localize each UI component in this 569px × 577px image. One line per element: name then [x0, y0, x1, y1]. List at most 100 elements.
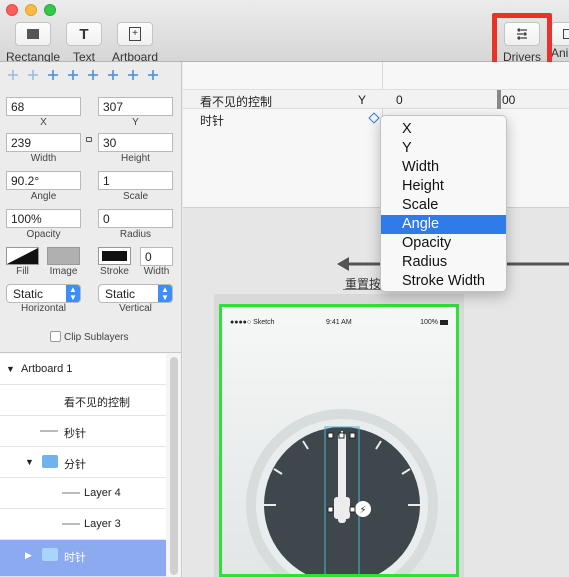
- layer-row[interactable]: 看不见的控制: [0, 385, 166, 416]
- text-icon: T: [79, 25, 89, 43]
- clip-sublayers-checkbox[interactable]: [50, 331, 61, 342]
- status-battery: 100%: [420, 319, 438, 326]
- artboard-tool-button[interactable]: + Artboard: [111, 22, 159, 64]
- menu-item-stroke-width[interactable]: Stroke Width: [381, 272, 506, 291]
- layer-row-artboard-1[interactable]: ▼ Artboard 1: [0, 354, 166, 385]
- lock-icon[interactable]: [86, 137, 92, 142]
- align-bottom-icon[interactable]: [126, 68, 140, 82]
- chevron-updown-icon: ▲ ▼: [158, 285, 172, 302]
- maximize-window-button[interactable]: [44, 4, 56, 16]
- stroke-swatch[interactable]: [98, 247, 131, 265]
- layer-row-selected[interactable]: ▶ 时针: [0, 540, 166, 577]
- animation-tool-button[interactable]: Anim: [551, 22, 569, 60]
- clock-face[interactable]: ⚡: [222, 387, 456, 577]
- menu-item-y[interactable]: Y: [381, 139, 506, 158]
- layer-name: 分针: [64, 459, 86, 471]
- menu-item-radius[interactable]: Radius: [381, 253, 506, 272]
- disclosure-triangle-icon[interactable]: ▶: [25, 550, 32, 561]
- align-middle-icon[interactable]: [106, 68, 120, 82]
- stroke-label: Stroke: [100, 266, 129, 277]
- align-top-icon[interactable]: [86, 68, 100, 82]
- svg-text:⚡: ⚡: [359, 505, 366, 516]
- menu-item-scale[interactable]: Scale: [381, 196, 506, 215]
- height-field[interactable]: 30: [98, 133, 173, 152]
- align-center-icon[interactable]: [26, 68, 40, 82]
- close-window-button[interactable]: [6, 4, 18, 16]
- disclosure-triangle-icon[interactable]: ▼: [25, 457, 34, 467]
- animation-tool-label: Anim: [551, 46, 569, 60]
- artboard-1[interactable]: ●●●●○ Sketch 9:41 AM 100% ⚡: [219, 304, 459, 577]
- driver-property-menu: X Y Width Height Scale Angle Opacity Rad…: [380, 115, 507, 292]
- text-tool-button[interactable]: T Text: [66, 22, 102, 64]
- x-label: X: [40, 117, 47, 128]
- status-carrier: ●●●●○ Sketch: [230, 319, 275, 326]
- artboard-icon: +: [129, 27, 141, 41]
- chevron-updown-icon: ▲ ▼: [66, 285, 80, 302]
- opacity-field[interactable]: 100%: [6, 209, 81, 228]
- rectangle-tool-button[interactable]: Rectangle: [6, 22, 60, 64]
- folder-icon: [42, 548, 58, 561]
- add-keyframe-icon[interactable]: [368, 112, 380, 124]
- timeline-panel: 看不见的控制 Y 0 00 时针: [183, 62, 569, 208]
- timeline-row-property: Y: [358, 93, 367, 107]
- distribute-horizontal-icon[interactable]: [66, 68, 80, 82]
- menu-item-x[interactable]: X: [381, 120, 506, 139]
- height-label: Height: [121, 153, 150, 164]
- layer-row[interactable]: Layer 3: [0, 509, 166, 540]
- radius-field[interactable]: 0: [98, 209, 173, 228]
- window-controls: [6, 4, 56, 16]
- layer-name: Layer 3: [84, 518, 121, 530]
- scale-field[interactable]: 1: [98, 171, 173, 190]
- playhead[interactable]: [497, 90, 501, 109]
- align-left-icon[interactable]: [6, 68, 20, 82]
- y-field[interactable]: 307: [98, 97, 173, 116]
- layer-row[interactable]: Layer 4: [0, 478, 166, 509]
- line-layer-icon: [62, 523, 80, 525]
- horizontal-select-value: Static: [13, 287, 44, 301]
- hint-underline: [343, 289, 383, 290]
- horizontal-select[interactable]: Static ▲ ▼: [6, 284, 81, 303]
- angle-field[interactable]: 90.2°: [6, 171, 81, 190]
- line-layer-icon: [62, 492, 80, 494]
- align-right-icon[interactable]: [46, 68, 60, 82]
- vertical-label: Vertical: [119, 303, 152, 314]
- layer-name: Artboard 1: [21, 363, 73, 375]
- layer-name: 时针: [64, 552, 86, 564]
- scale-label: Scale: [122, 191, 148, 202]
- opacity-label: Opacity: [26, 229, 61, 240]
- width-field[interactable]: 239: [6, 133, 81, 152]
- alignment-toolbar: [6, 68, 160, 82]
- x-field[interactable]: 68: [6, 97, 81, 116]
- layer-name: 看不见的控制: [64, 397, 130, 409]
- fill-swatch[interactable]: [6, 247, 39, 265]
- layer-name: Layer 4: [84, 487, 121, 499]
- toolbar: Rectangle T Text + Artboard Drivers Anim: [0, 0, 569, 64]
- timeline-row-2[interactable]: 时针: [183, 109, 569, 129]
- timeline-row-1[interactable]: 看不见的控制 Y 0 00: [183, 89, 569, 109]
- image-label: Image: [49, 266, 78, 277]
- layer-list-scrollbar[interactable]: [170, 357, 178, 575]
- fill-label: Fill: [16, 266, 29, 277]
- layer-row[interactable]: 秒针: [0, 416, 166, 447]
- timeline-row-name: 看不见的控制: [200, 95, 273, 109]
- animation-icon: [563, 29, 569, 39]
- layer-name: 秒针: [64, 428, 86, 440]
- menu-item-height[interactable]: Height: [381, 177, 506, 196]
- vertical-select-value: Static: [105, 287, 136, 301]
- distribute-vertical-icon[interactable]: [146, 68, 160, 82]
- disclosure-triangle-icon[interactable]: ▼: [6, 364, 15, 374]
- rectangle-icon: [27, 29, 39, 39]
- layer-row[interactable]: ▼ 分针: [0, 447, 166, 478]
- menu-item-opacity[interactable]: Opacity: [381, 234, 506, 253]
- menu-item-width[interactable]: Width: [381, 158, 506, 177]
- folder-icon: [42, 455, 58, 468]
- menu-item-angle[interactable]: Angle: [381, 215, 506, 234]
- stroke-width-field[interactable]: 0: [140, 247, 173, 266]
- image-swatch[interactable]: [47, 247, 80, 265]
- vertical-select[interactable]: Static ▲ ▼: [98, 284, 173, 303]
- timeline-tick-label: 00: [502, 93, 516, 107]
- clip-sublayers-label: Clip Sublayers: [64, 332, 129, 343]
- battery-icon: [440, 320, 448, 325]
- minimize-window-button[interactable]: [25, 4, 37, 16]
- stroke-width-label: Width: [143, 266, 170, 277]
